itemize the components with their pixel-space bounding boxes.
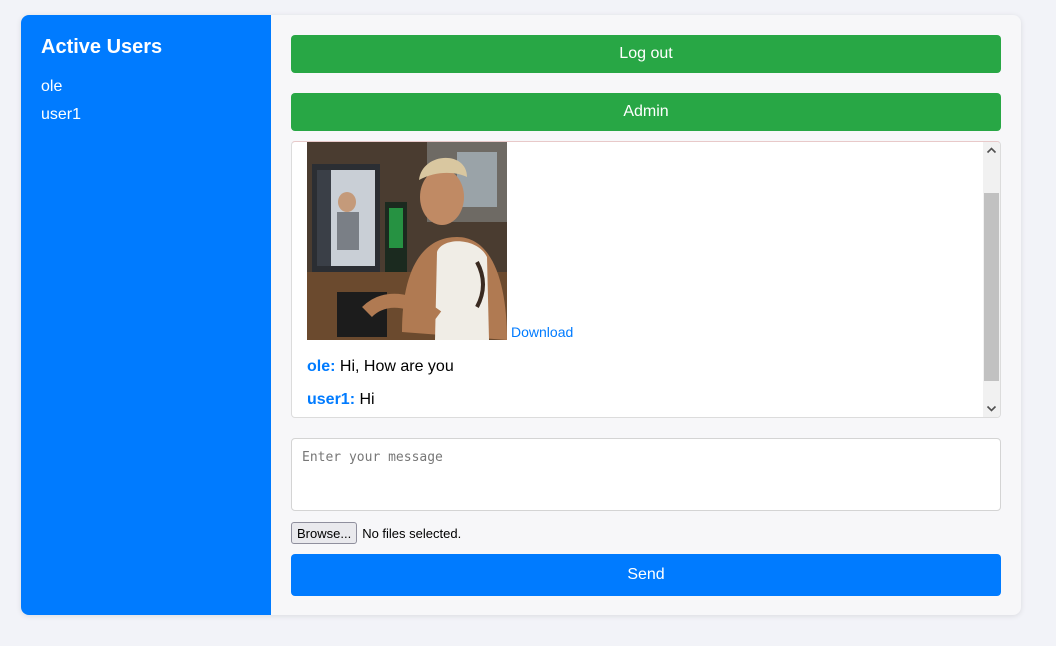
active-users-sidebar: Active Users ole user1 xyxy=(21,15,271,615)
chevron-down-icon[interactable] xyxy=(983,400,1000,417)
message-text: Hi xyxy=(359,391,375,408)
chevron-up-icon[interactable] xyxy=(983,142,1000,159)
active-users-list: ole user1 xyxy=(41,73,251,129)
message-author: user1: xyxy=(307,391,356,408)
message-input[interactable] xyxy=(291,438,1001,511)
message-scrollbar[interactable] xyxy=(983,142,1000,417)
message-list[interactable]: Download ole: Hi, How are you user1: Hi xyxy=(291,141,1001,418)
scrollbar-thumb[interactable] xyxy=(984,193,999,381)
image-message: Download xyxy=(307,142,985,340)
chat-main: Log out Admin Download ole: Hi, How are … xyxy=(271,15,1021,615)
sidebar-title: Active Users xyxy=(41,36,163,58)
message-list-content: Download ole: Hi, How are you user1: Hi xyxy=(292,142,1000,410)
user-list-item[interactable]: user1 xyxy=(41,101,251,129)
shared-image xyxy=(307,142,507,340)
message-text: Hi, How are you xyxy=(339,358,454,375)
send-button[interactable]: Send xyxy=(291,554,1001,596)
logout-button[interactable]: Log out xyxy=(291,35,1001,73)
chat-message: user1: Hi xyxy=(307,390,985,410)
admin-button[interactable]: Admin xyxy=(291,93,1001,131)
user-list-item[interactable]: ole xyxy=(41,73,251,101)
chat-app-card: Active Users ole user1 Log out Admin Dow… xyxy=(21,15,1021,615)
download-link[interactable]: Download xyxy=(511,324,573,340)
file-upload-row: Browse... No files selected. xyxy=(291,522,1001,544)
file-status: No files selected. xyxy=(362,525,462,541)
chat-message: ole: Hi, How are you xyxy=(307,357,985,377)
message-author: ole: xyxy=(307,358,336,375)
browse-button[interactable]: Browse... xyxy=(291,522,358,544)
